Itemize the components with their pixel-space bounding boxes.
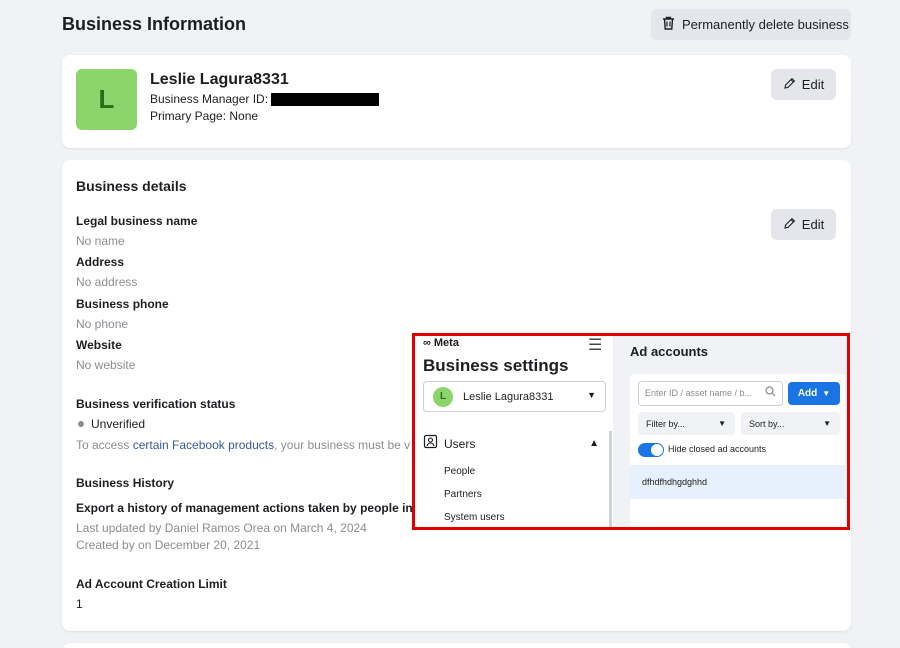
edit-summary-button[interactable]: Edit — [771, 69, 836, 100]
caret-down-icon: ▼ — [822, 389, 831, 398]
edit-label: Edit — [801, 77, 825, 92]
phone-value: No phone — [76, 317, 129, 331]
access-note: To access certain Facebook products, you… — [76, 438, 410, 452]
search-icon — [765, 386, 776, 400]
next-card — [62, 643, 851, 648]
caret-down-icon: ▼ — [823, 419, 831, 428]
legal-name-label: Legal business name — [76, 214, 198, 228]
primary-page: Primary Page: None — [150, 109, 259, 123]
filter-label: Filter by... — [646, 418, 685, 429]
address-value: No address — [76, 275, 138, 289]
business-manager-id-label: Business Manager ID: — [150, 92, 269, 106]
last-updated: Last updated by Daniel Ramos Orea on Mar… — [76, 521, 367, 535]
business-name: Leslie Lagura8331 — [150, 71, 289, 88]
meta-logo: ∞ Meta — [423, 337, 459, 349]
sort-dropdown[interactable]: Sort by... ▼ — [741, 412, 840, 435]
address-label: Address — [76, 255, 125, 269]
details-title: Business details — [76, 178, 187, 194]
settings-sidebar: ∞ Meta ☰ Business settings L Leslie Lagu… — [415, 336, 613, 527]
users-icon — [423, 434, 438, 453]
search-placeholder: Enter ID / asset name / b... — [645, 388, 753, 398]
ad-limit-value: 1 — [76, 597, 83, 611]
chevron-up-icon[interactable]: ▲ — [589, 438, 599, 449]
menu-icon[interactable]: ☰ — [588, 336, 602, 355]
business-avatar: L — [76, 69, 137, 130]
access-suffix: , your business must be v — [274, 438, 411, 452]
add-button[interactable]: Add ▼ — [788, 382, 840, 405]
phone-label: Business phone — [76, 297, 169, 311]
delete-business-label: Permanently delete business — [682, 17, 849, 32]
caret-down-icon: ▼ — [587, 390, 596, 400]
verification-status: Unverified — [76, 417, 145, 431]
settings-title: Business settings — [423, 356, 569, 375]
business-manager-id: Business Manager ID: — [150, 92, 380, 106]
add-label: Add — [797, 388, 818, 399]
account-name: Leslie Lagura8331 — [463, 390, 554, 403]
sidebar-scrollbar[interactable] — [609, 431, 612, 527]
created-info: Created by on December 20, 2021 — [76, 538, 261, 552]
ad-accounts-pane: Ad accounts Enter ID / asset name / b...… — [613, 336, 847, 527]
history-export[interactable]: Export a history of management actions t… — [76, 501, 431, 515]
sidebar-item-people[interactable]: People — [444, 466, 475, 477]
business-summary-card: L Leslie Lagura8331 Business Manager ID:… — [62, 55, 851, 148]
delete-business-button[interactable]: Permanently delete business — [651, 9, 851, 40]
edit-details-button[interactable]: Edit — [771, 209, 836, 240]
account-avatar: L — [433, 386, 453, 407]
sidebar-item-system-users[interactable]: System users — [444, 512, 505, 523]
users-label: Users — [444, 436, 476, 451]
facebook-products-link[interactable]: certain Facebook products — [133, 438, 274, 452]
pencil-icon — [783, 77, 796, 93]
sidebar-item-users[interactable]: Users ▲ — [423, 434, 599, 453]
ad-accounts-panel: Enter ID / asset name / b... Add ▼ Filte… — [630, 374, 845, 527]
website-value: No website — [76, 358, 136, 372]
edit-label: Edit — [801, 217, 825, 232]
sort-label: Sort by... — [749, 418, 785, 429]
page-title: Business Information — [62, 14, 247, 34]
filter-dropdown[interactable]: Filter by... ▼ — [638, 412, 735, 435]
sidebar-item-partners[interactable]: Partners — [444, 489, 482, 500]
verification-value: Unverified — [91, 417, 146, 431]
pencil-icon — [783, 217, 796, 233]
hide-closed-toggle[interactable] — [638, 443, 664, 457]
legal-name-value: No name — [76, 234, 125, 248]
status-dot-icon — [78, 421, 84, 428]
trash-icon — [662, 16, 675, 33]
hide-closed-label: Hide closed ad accounts — [668, 444, 767, 454]
access-prefix: To access — [76, 438, 133, 452]
website-label: Website — [76, 338, 122, 352]
verification-label: Business verification status — [76, 397, 236, 411]
ad-limit-label: Ad Account Creation Limit — [76, 577, 227, 591]
account-selector[interactable]: L Leslie Lagura8331 ▼ — [423, 381, 606, 412]
ad-accounts-title: Ad accounts — [630, 344, 709, 359]
ad-account-row[interactable]: dfhdfhdhgdghhd — [630, 465, 845, 499]
redacted-id — [271, 92, 380, 106]
history-title: Business History — [76, 476, 175, 490]
business-settings-overlay: ∞ Meta ☰ Business settings L Leslie Lagu… — [412, 333, 850, 530]
search-input[interactable]: Enter ID / asset name / b... — [638, 381, 783, 406]
caret-down-icon: ▼ — [718, 419, 726, 428]
